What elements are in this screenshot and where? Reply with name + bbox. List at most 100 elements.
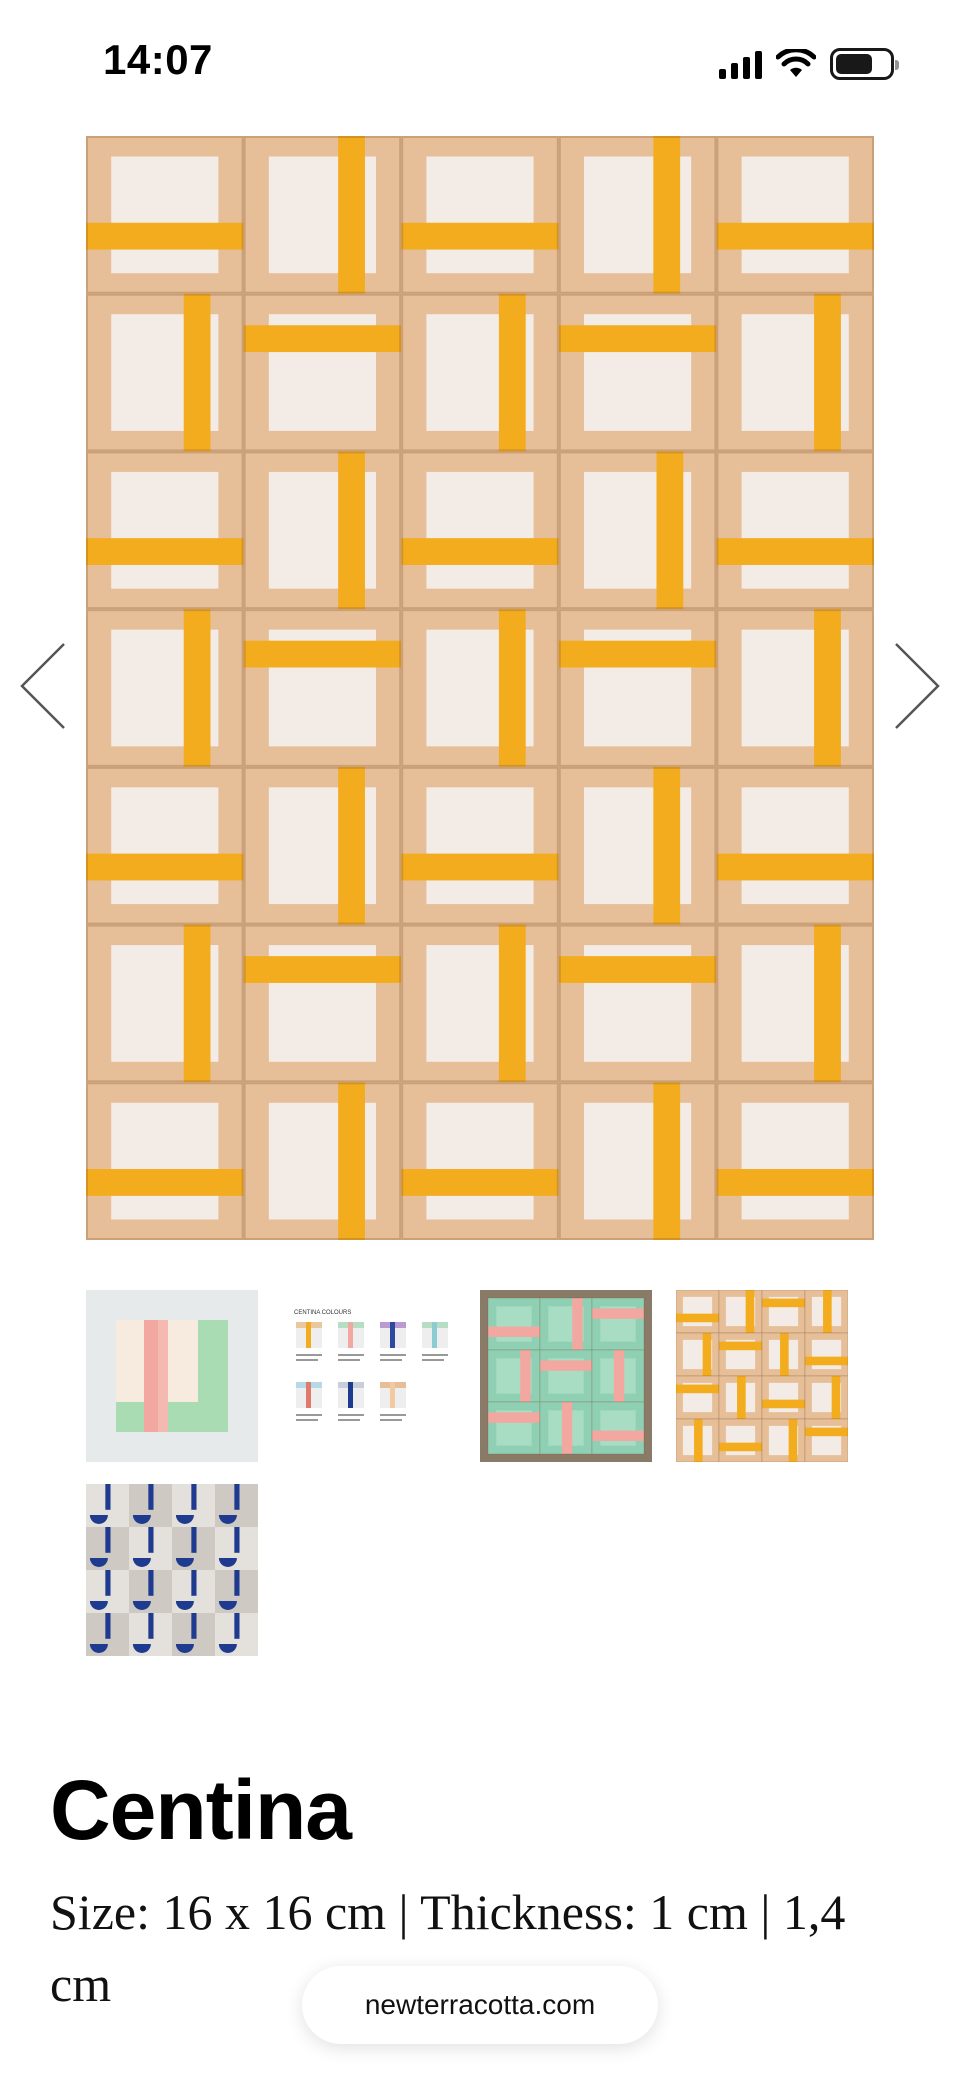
tile <box>401 136 559 294</box>
tile <box>676 1290 720 1334</box>
tile <box>718 1375 763 1420</box>
thumbnail-green-pink-tiles[interactable] <box>480 1290 652 1462</box>
tile <box>716 293 874 452</box>
tile <box>804 1332 848 1377</box>
tile <box>676 1332 720 1377</box>
tile <box>487 1349 541 1403</box>
tile <box>761 1332 806 1377</box>
tile <box>243 451 402 610</box>
tile <box>558 1082 717 1240</box>
cellular-signal-icon <box>719 49 762 79</box>
tile <box>804 1375 848 1420</box>
image-carousel <box>0 116 960 1256</box>
colour-chart-image: CENTINA COLOURS <box>294 1310 448 1421</box>
tile <box>718 1332 763 1377</box>
tile <box>487 1401 541 1455</box>
tile <box>86 1570 129 1613</box>
tile <box>86 924 244 1083</box>
tile <box>558 766 717 925</box>
tile <box>86 293 244 452</box>
tile <box>716 1082 874 1240</box>
tile <box>129 1613 172 1656</box>
chevron-left-icon <box>20 643 65 729</box>
tile <box>243 1082 402 1240</box>
tile <box>761 1418 806 1462</box>
colour-chart-title: CENTINA COLOURS <box>294 1310 351 1316</box>
tile <box>401 293 559 452</box>
thumbnail-orange-tiles[interactable] <box>676 1290 848 1462</box>
chevron-right-icon <box>895 643 940 729</box>
tile <box>676 1418 720 1462</box>
wifi-icon <box>776 49 816 77</box>
tile <box>401 924 559 1083</box>
tile <box>129 1484 172 1527</box>
tile <box>401 451 559 610</box>
thumbnail-single-tile-pink-green[interactable] <box>86 1290 258 1462</box>
tile <box>716 766 874 925</box>
blue-tiles-image <box>86 1484 258 1656</box>
tile <box>215 1613 258 1656</box>
tile <box>558 451 717 610</box>
tile <box>539 1401 593 1455</box>
status-time: 14:07 <box>103 36 213 83</box>
tile <box>558 136 717 294</box>
tile-pink-green-image <box>116 1320 228 1432</box>
tile <box>401 766 559 925</box>
address-bar-url: newterracotta.com <box>364 1989 596 2020</box>
tile <box>172 1613 215 1656</box>
tile <box>718 1418 763 1462</box>
tile <box>718 1290 763 1334</box>
status-icons <box>719 46 899 82</box>
tile <box>243 293 402 452</box>
tile-grid-image <box>86 136 874 1240</box>
tile <box>401 1082 559 1240</box>
tile <box>129 1570 172 1613</box>
tile <box>761 1290 806 1334</box>
tile <box>243 766 402 925</box>
tile <box>716 451 874 610</box>
tile <box>86 136 244 294</box>
tile <box>86 451 244 610</box>
tile <box>243 924 402 1083</box>
tile <box>539 1297 593 1351</box>
thumbnail-centina-colours-chart[interactable]: CENTINA COLOURS <box>282 1290 454 1462</box>
tile <box>539 1349 593 1403</box>
next-image-button[interactable] <box>886 636 946 736</box>
tile <box>716 609 874 767</box>
thumbnail-blue-tiles[interactable] <box>86 1484 258 1656</box>
tile <box>215 1484 258 1527</box>
tile <box>558 924 717 1083</box>
tile <box>591 1297 645 1351</box>
tile <box>804 1418 848 1462</box>
product-title: Centina <box>50 1763 352 1857</box>
tile <box>86 609 244 767</box>
tile <box>558 609 717 767</box>
battery-icon <box>830 48 899 80</box>
tile <box>129 1527 172 1570</box>
status-bar: 14:07 <box>0 0 960 116</box>
tile <box>86 1527 129 1570</box>
tile <box>243 136 402 294</box>
address-bar[interactable]: newterracotta.com <box>302 1966 658 2044</box>
tile <box>591 1349 645 1403</box>
tile <box>716 924 874 1083</box>
previous-image-button[interactable] <box>14 636 74 736</box>
tile <box>172 1570 215 1613</box>
tile <box>401 609 559 767</box>
tile <box>86 1082 244 1240</box>
tile <box>86 1484 129 1527</box>
tile <box>591 1401 645 1455</box>
tile <box>86 766 244 925</box>
tile <box>215 1527 258 1570</box>
tile <box>172 1527 215 1570</box>
tile <box>172 1484 215 1527</box>
tile <box>676 1375 720 1420</box>
tile <box>215 1570 258 1613</box>
tile <box>804 1290 848 1334</box>
tile <box>716 136 874 294</box>
tile <box>86 1613 129 1656</box>
tile <box>558 293 717 452</box>
tile <box>487 1297 541 1351</box>
main-product-image[interactable] <box>86 136 874 1240</box>
green-pink-tiles-image <box>487 1297 645 1455</box>
